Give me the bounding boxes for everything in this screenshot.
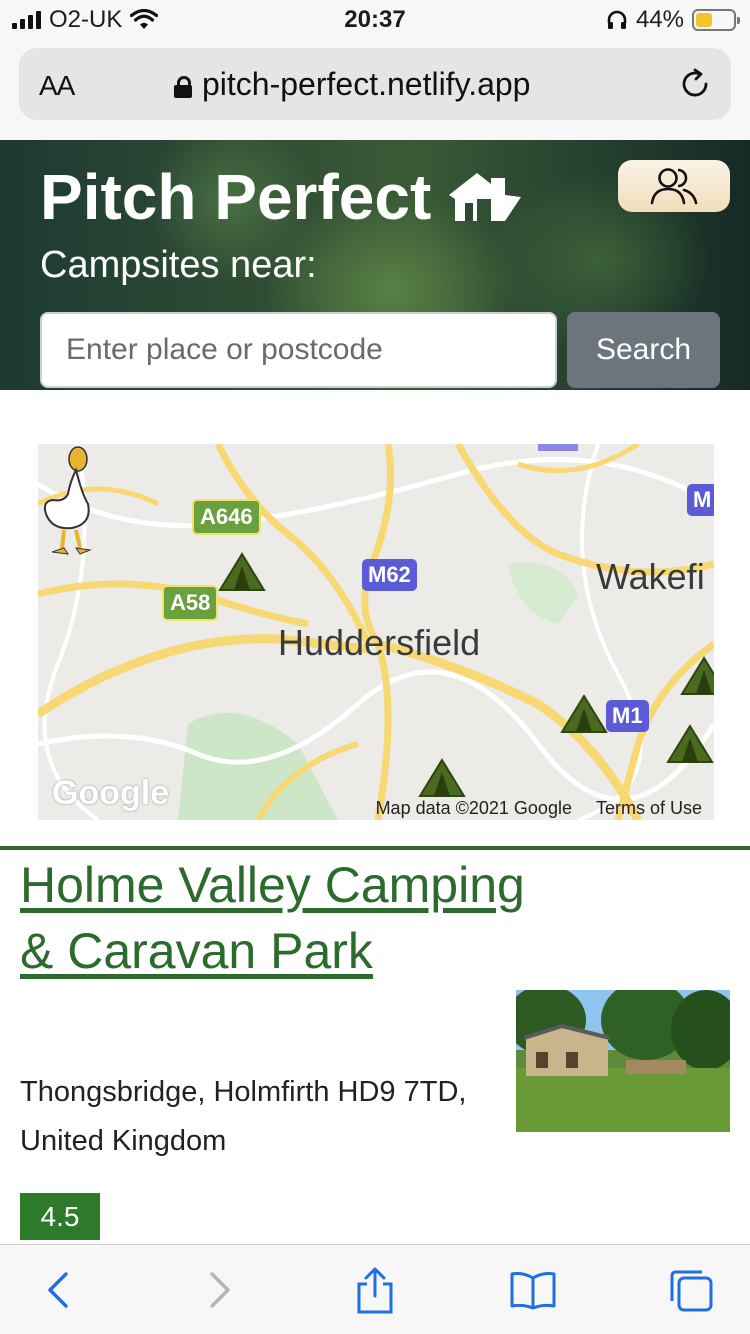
safari-toolbar bbox=[0, 1244, 750, 1334]
status-bar: O2-UK 20:37 44% bbox=[0, 0, 750, 40]
campsite-photo-graphic bbox=[516, 990, 730, 1132]
listing-title-link[interactable]: Holme Valley Camping & Caravan Park bbox=[20, 852, 540, 984]
battery-fill bbox=[696, 13, 712, 27]
forward-icon bbox=[210, 1272, 230, 1308]
road-label-m-edge: M bbox=[687, 484, 714, 516]
tent-icon[interactable] bbox=[218, 552, 266, 592]
headphones-icon bbox=[607, 10, 627, 29]
share-button[interactable] bbox=[350, 1265, 400, 1315]
section-divider bbox=[0, 846, 750, 850]
share-icon bbox=[357, 1267, 393, 1314]
url-display[interactable]: pitch-perfect.netlify.app bbox=[174, 66, 530, 103]
road-label-a58: A58 bbox=[162, 585, 219, 621]
tent-icon[interactable] bbox=[680, 656, 714, 696]
tent-icon[interactable] bbox=[560, 694, 608, 734]
terms-link[interactable]: Terms of Use bbox=[596, 798, 702, 819]
tabs-icon bbox=[670, 1270, 713, 1312]
browser-chrome: AA pitch-perfect.netlify.app bbox=[0, 40, 750, 140]
map-town-huddersfield: Huddersfield bbox=[278, 622, 481, 663]
user-button[interactable] bbox=[618, 160, 730, 212]
forward-button[interactable] bbox=[194, 1265, 244, 1315]
tabs-button[interactable] bbox=[666, 1265, 716, 1315]
bookmarks-icon bbox=[510, 1272, 556, 1310]
map-attribution: Map data ©2021 Google Terms of Use bbox=[376, 798, 702, 819]
back-icon bbox=[48, 1272, 68, 1308]
road-label-m1: M1 bbox=[606, 700, 649, 732]
battery-icon bbox=[692, 9, 740, 31]
search-button[interactable]: Search bbox=[567, 312, 720, 388]
text-size-button[interactable]: AA bbox=[39, 70, 75, 102]
tent-icon[interactable] bbox=[418, 758, 466, 798]
bookmarks-button[interactable] bbox=[508, 1265, 558, 1315]
map[interactable]: A646 A58 M62 M1 M Wakefi Huddersfield Go… bbox=[38, 444, 714, 820]
logo-house-icon bbox=[449, 173, 522, 221]
status-right: 44% bbox=[606, 6, 740, 34]
reload-icon[interactable] bbox=[677, 66, 713, 102]
address-bar[interactable]: AA pitch-perfect.netlify.app bbox=[19, 48, 731, 120]
road-label-a646: A646 bbox=[192, 499, 261, 535]
map-town-wakefield: Wakefi bbox=[596, 556, 705, 597]
tent-icon[interactable] bbox=[666, 724, 714, 764]
google-logo: Google bbox=[52, 774, 170, 812]
app-title: Pitch Perfect bbox=[40, 160, 522, 234]
battery-percent: 44% bbox=[635, 6, 684, 33]
listing-address: Thongsbridge, Holmfirth HD9 7TD, United … bbox=[20, 1076, 467, 1157]
lock-icon bbox=[174, 75, 192, 98]
road-label-m62: M62 bbox=[362, 559, 417, 591]
listing-photo[interactable] bbox=[516, 990, 730, 1132]
users-icon bbox=[650, 168, 698, 205]
hero-subtitle: Campsites near: bbox=[40, 244, 317, 286]
duck-pin-icon[interactable] bbox=[38, 444, 98, 559]
rating-badge: 4.5 bbox=[20, 1193, 100, 1240]
search-input[interactable] bbox=[40, 312, 557, 388]
map-data-text: Map data ©2021 Google bbox=[375, 798, 572, 818]
hero-header: Pitch Perfect Campsites near: Search bbox=[0, 140, 750, 390]
url-text: pitch-perfect.netlify.app bbox=[202, 66, 531, 102]
back-button[interactable] bbox=[34, 1265, 84, 1315]
